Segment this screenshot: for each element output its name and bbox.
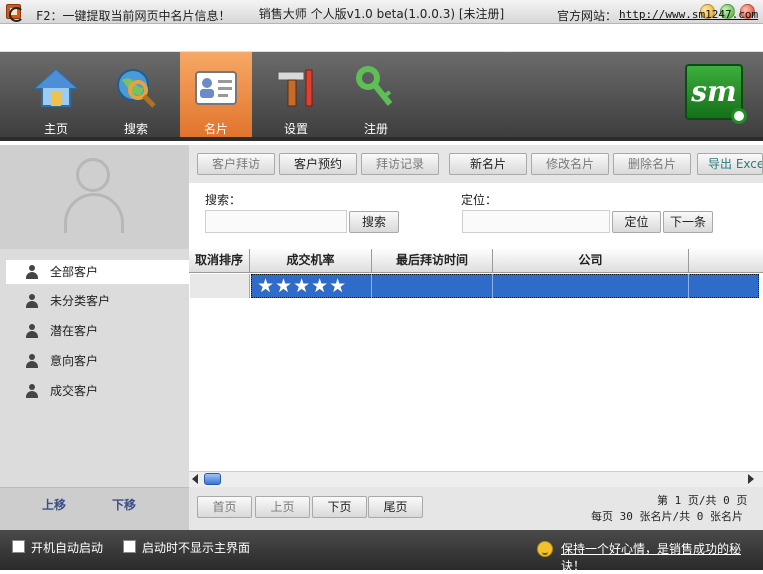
person-icon [26, 324, 38, 338]
locate-input[interactable] [462, 210, 610, 233]
cell-divider [371, 274, 372, 298]
scroll-thumb[interactable] [204, 473, 221, 485]
search-label: 搜索： [205, 193, 242, 207]
page-info: 第 1 页/共 0 页 [657, 494, 748, 507]
column-header-company[interactable]: 公司 [493, 249, 689, 273]
cell-divider [492, 274, 493, 298]
smile-icon [537, 541, 553, 557]
category-label: 成交客户 [50, 384, 99, 398]
move-down-button[interactable]: 下移 [112, 496, 136, 513]
category-label: 未分类客户 [50, 294, 111, 308]
nav-label: 主页 [43, 122, 68, 136]
page-size-info: 每页 30 张名片/共 0 张名片 [591, 510, 743, 523]
scroll-right-icon[interactable] [748, 474, 754, 484]
category-potential[interactable]: 潜在客户 [6, 319, 189, 343]
auto-start-label: 开机自动启动 [31, 541, 104, 555]
next-page-button[interactable]: 下页 [312, 496, 367, 518]
rating-stars: ★★★★★ [257, 275, 348, 297]
avatar-head-icon [76, 158, 110, 192]
reserve-button[interactable]: 客户预约 [279, 153, 357, 175]
person-icon [26, 384, 38, 398]
nav-label: 设置 [283, 122, 308, 136]
column-header-extra [689, 249, 763, 273]
nav-home[interactable]: 主页 [20, 52, 92, 137]
horizontal-scrollbar[interactable] [189, 471, 763, 487]
nav-settings[interactable]: 设置 [260, 52, 332, 137]
person-icon [26, 294, 38, 308]
category-label: 潜在客户 [50, 324, 99, 338]
category-label: 全部客户 [50, 265, 99, 279]
nav-label: 注册 [363, 122, 388, 136]
new-card-button[interactable]: 新名片 [449, 153, 527, 175]
left-footer [0, 487, 189, 530]
nav-search[interactable]: 搜索 [100, 52, 172, 137]
search-input[interactable] [205, 210, 347, 233]
house-icon [34, 68, 78, 107]
hide-main-checkbox[interactable] [123, 540, 136, 553]
delete-card-button[interactable]: 删除名片 [613, 153, 691, 175]
move-up-button[interactable]: 上移 [42, 496, 66, 513]
loading-icon [9, 7, 24, 22]
key-icon [356, 66, 393, 106]
edit-card-button[interactable]: 修改名片 [531, 153, 609, 175]
hide-main-label: 启动时不显示主界面 [142, 541, 251, 555]
export-button[interactable]: 导出 Exce [697, 153, 763, 175]
category-unclassified[interactable]: 未分类客户 [6, 289, 189, 313]
visit-button[interactable]: 客户拜访 [197, 153, 275, 175]
column-header-last-visit[interactable]: 最后拜访时间 [372, 249, 493, 273]
nav-card[interactable]: 名片 [180, 52, 252, 137]
person-icon [26, 354, 38, 368]
globe-search-icon [117, 69, 156, 108]
nav-label: 名片 [203, 122, 228, 136]
search-button[interactable]: 搜索 [349, 211, 399, 233]
cell-divider [688, 274, 689, 298]
main-toolbar: 主页 搜索 名片 设置 注册 [0, 52, 763, 141]
locate-button[interactable]: 定位 [612, 211, 661, 233]
site-label: 官方网站： [557, 9, 618, 23]
scroll-left-icon[interactable] [192, 474, 198, 484]
slogan-link[interactable]: 保持一个好心情，是销售成功的秘诀！ [561, 540, 763, 574]
hint-text: F2：一键提取当前网页中名片信息！ [36, 9, 231, 23]
site-link[interactable]: http://www.sm1247.com [619, 8, 758, 21]
next-button[interactable]: 下一条 [663, 211, 713, 233]
row-selector[interactable] [190, 274, 250, 298]
nav-register[interactable]: 注册 [340, 52, 412, 137]
column-header-rate[interactable]: 成交机率 [250, 249, 372, 273]
nav-label: 搜索 [123, 122, 148, 136]
prev-page-button[interactable]: 上页 [255, 496, 310, 518]
person-icon [26, 265, 38, 279]
business-card-icon [195, 71, 237, 105]
tools-icon [277, 69, 313, 107]
info-bar [0, 24, 763, 52]
logo-ring-icon [731, 108, 747, 124]
auto-start-checkbox[interactable] [12, 540, 25, 553]
category-closed[interactable]: 成交客户 [6, 379, 189, 403]
last-page-button[interactable]: 尾页 [368, 496, 423, 518]
locate-label: 定位： [461, 193, 498, 207]
record-button[interactable]: 拜访记录 [361, 153, 439, 175]
first-page-button[interactable]: 首页 [197, 496, 252, 518]
category-intent[interactable]: 意向客户 [6, 349, 189, 373]
category-label: 意向客户 [50, 354, 99, 368]
column-header-cancel-sort[interactable]: 取消排序 [189, 249, 250, 273]
category-all[interactable]: 全部客户 [6, 260, 189, 284]
